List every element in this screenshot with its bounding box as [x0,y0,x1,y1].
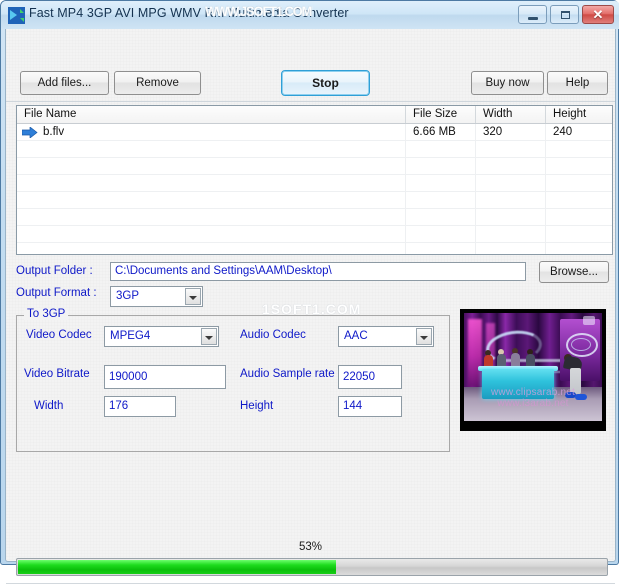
close-button[interactable]: ✕ [582,5,614,24]
table-row-empty[interactable] [17,192,612,209]
preview-watermark-line2: www.i3arab.net [497,398,569,409]
progress-bar [16,558,608,576]
audio-codec-value: AAC [344,330,368,342]
audio-codec-label: Audio Codec [240,329,306,341]
table-row-empty[interactable] [17,141,612,158]
client-background: Add files... Remove Stop Buy now Help Fi… [6,29,615,584]
width-input[interactable]: 176 [104,396,176,417]
output-folder-label: Output Folder : [16,265,93,277]
table-row-empty[interactable] [17,209,612,226]
column-header-file-name[interactable]: File Name [17,106,406,123]
title-bar[interactable]: Fast MP4 3GP AVI MPG WMV RM Multimedia C… [1,1,619,29]
file-list-header: File Name File Size Width Height [17,106,612,124]
cell-file-size: 6.66 MB [406,124,476,141]
preview-channel-bug [583,316,595,325]
progress-bar-fill [18,560,336,574]
output-format-select[interactable]: 3GP [110,286,203,307]
toolbar-divider [6,101,615,102]
column-header-width[interactable]: Width [476,106,546,123]
audio-sample-rate-label: Audio Sample rate [240,368,335,380]
column-header-file-size[interactable]: File Size [406,106,476,123]
application-window: Fast MP4 3GP AVI MPG WMV RM Multimedia C… [0,0,619,584]
output-format-label: Output Format : [16,287,97,299]
video-codec-select[interactable]: MPEG4 [104,326,219,347]
table-row-empty[interactable] [17,243,612,254]
column-header-height[interactable]: Height [546,106,612,123]
file-list[interactable]: File Name File Size Width Height b.flv 6.… [16,105,613,255]
maximize-button[interactable] [550,5,579,24]
help-button[interactable]: Help [547,71,608,95]
height-input[interactable]: 144 [338,396,402,417]
buy-now-button[interactable]: Buy now [471,71,544,95]
cell-height: 240 [546,124,612,141]
progress-percent-label: 53% [298,541,323,553]
browse-button[interactable]: Browse... [539,261,609,283]
preview-watermark-line1: www.clipsarab.net [491,387,575,398]
height-label: Height [240,400,274,412]
close-icon: ✕ [592,7,604,22]
client-area: Add files... Remove Stop Buy now Help Fi… [5,29,616,584]
blue-arrow-icon [22,127,38,138]
preview-logo-oval [571,338,591,351]
table-row[interactable]: b.flv 6.66 MB 320 240 [17,124,612,141]
stop-button[interactable]: Stop [281,70,370,96]
chevron-down-icon[interactable] [185,288,201,305]
chevron-down-icon[interactable] [201,328,217,345]
video-preview-frame: www.clipsarab.net www.i3arab.net [464,313,602,421]
width-label: Width [34,400,64,412]
preview-person [511,353,520,367]
video-bitrate-input[interactable]: 190000 [104,365,226,389]
video-preview: www.clipsarab.net www.i3arab.net [460,309,606,431]
preview-light-left [468,319,482,387]
output-folder-input[interactable]: C:\Documents and Settings\AAM\Desktop\ [110,262,526,281]
output-format-value: 3GP [116,290,140,302]
audio-sample-rate-input[interactable]: 22050 [338,365,402,389]
app-icon [8,7,25,24]
chevron-down-icon[interactable] [416,328,432,345]
audio-codec-select[interactable]: AAC [338,326,434,347]
minimize-button[interactable] [518,5,547,24]
cell-file-name: b.flv [17,124,406,141]
file-name-text: b.flv [43,126,65,138]
table-row-empty[interactable] [17,226,612,243]
video-codec-label: Video Codec [26,329,92,341]
window-title: Fast MP4 3GP AVI MPG WMV RM Multimedia C… [29,6,349,20]
conversion-settings-title: To 3GP [24,308,69,320]
video-codec-value: MPEG4 [110,330,151,342]
table-row-empty[interactable] [17,158,612,175]
add-files-button[interactable]: Add files... [20,71,109,95]
table-row-empty[interactable] [17,175,612,192]
remove-button[interactable]: Remove [114,71,201,95]
video-bitrate-label: Video Bitrate [24,368,90,380]
cell-width: 320 [476,124,546,141]
